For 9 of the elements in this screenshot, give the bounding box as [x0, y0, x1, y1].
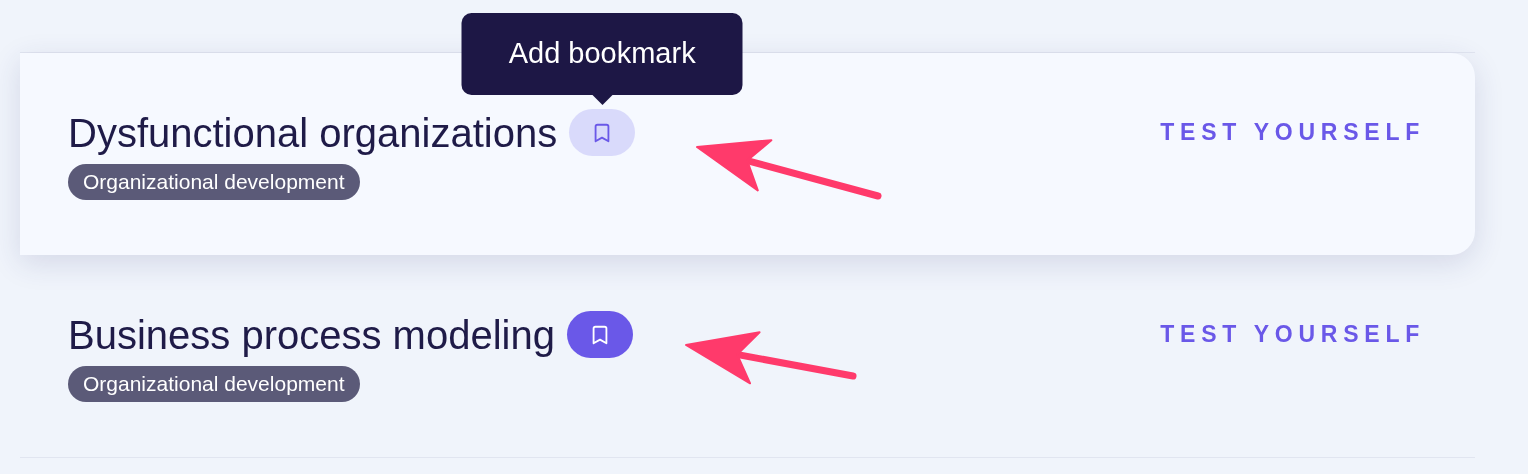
test-yourself-link[interactable]: TEST YOURSELF — [1160, 317, 1425, 352]
topic-title: Business process modeling — [68, 311, 555, 358]
bookmark-button[interactable] — [566, 311, 633, 358]
topic-title: Dysfunctional organizations — [68, 109, 558, 156]
test-yourself-link[interactable]: TEST YOURSELF — [1160, 115, 1425, 150]
category-tag: Organizational development — [68, 164, 360, 200]
category-tag: Organizational development — [68, 366, 360, 402]
tooltip: Add bookmark — [461, 13, 743, 95]
bookmark-button[interactable] — [569, 109, 636, 156]
